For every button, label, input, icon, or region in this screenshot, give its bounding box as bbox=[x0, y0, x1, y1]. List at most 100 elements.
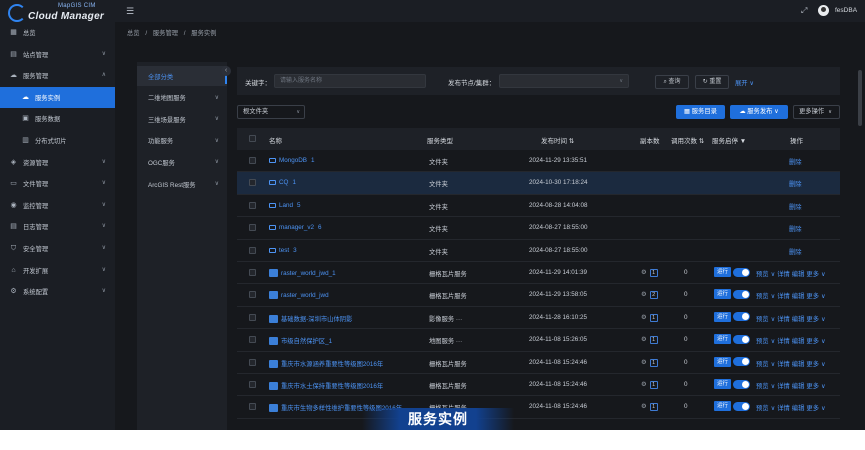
copies-count[interactable]: 1 bbox=[649, 381, 658, 389]
node-select[interactable]: ∨ bbox=[499, 74, 629, 88]
folder-name-link[interactable]: CQ 1 bbox=[269, 179, 296, 186]
sidebar-item[interactable]: ◈ 资源管理 ∨ bbox=[0, 152, 115, 173]
sidebar-item[interactable]: ▤ 日志管理 ∨ bbox=[0, 216, 115, 237]
row-checkbox[interactable] bbox=[249, 269, 256, 276]
settings-icon[interactable]: ⚙ bbox=[641, 269, 647, 276]
delete-link[interactable]: 删除 bbox=[789, 202, 802, 211]
table-row[interactable]: 基础数据-深圳市山体阴影 影像服务 ··· 2024-11-28 16:10:25 ⚙… bbox=[237, 307, 840, 330]
status-toggle[interactable] bbox=[733, 312, 751, 322]
more-link[interactable]: 更多 ∨ bbox=[806, 383, 825, 390]
copies-count[interactable]: 1 bbox=[649, 358, 658, 367]
category-item[interactable]: 三维场景服务 ∨ bbox=[137, 109, 227, 129]
more-link[interactable]: 更多 ∨ bbox=[806, 361, 825, 368]
service-name-link[interactable]: raster_world_jwd bbox=[269, 291, 329, 300]
settings-icon[interactable]: ⚙ bbox=[641, 314, 647, 321]
preview-link[interactable]: 预览 ∨ bbox=[756, 361, 775, 368]
table-row[interactable]: 重庆市生物多样性维护重要性等级图2016年栅格瓦片服务2024-11-08 15… bbox=[237, 396, 840, 419]
sidebar-item[interactable]: ▤ 站点管理 ∨ bbox=[0, 44, 115, 65]
row-checkbox[interactable] bbox=[249, 201, 256, 209]
edit-link[interactable]: 编辑 bbox=[792, 361, 805, 368]
status-toggle[interactable] bbox=[733, 267, 751, 277]
folder-name-link[interactable]: test 3 bbox=[269, 247, 297, 254]
detail-link[interactable]: 详情 bbox=[777, 405, 790, 412]
service-publish-button[interactable]: ☁ 服务发布 ∨ bbox=[730, 105, 788, 119]
status-toggle[interactable] bbox=[733, 379, 751, 389]
delete-link[interactable]: 删除 bbox=[789, 157, 802, 166]
service-name-link[interactable]: 重庆市水土保持重要性等级图2016年 bbox=[269, 381, 383, 390]
table-row[interactable]: manager_v2 6 文件夹 2024-08-27 18:55:00 删除 bbox=[237, 217, 840, 240]
detail-link[interactable]: 详情 bbox=[777, 293, 790, 300]
username[interactable]: fesDBA bbox=[835, 7, 857, 14]
fullscreen-icon[interactable]: ⤢ bbox=[801, 6, 807, 16]
row-checkbox[interactable] bbox=[249, 157, 256, 164]
preview-link[interactable]: 预览 ∨ bbox=[756, 383, 775, 390]
copies-count[interactable]: 1 bbox=[649, 403, 658, 412]
breadcrumb-item[interactable]: 总览 bbox=[127, 30, 140, 37]
status-toggle[interactable] bbox=[733, 289, 751, 299]
column-time[interactable]: 发布时间 ⇅ bbox=[541, 135, 574, 145]
sidebar-item[interactable]: ⛉ 安全管理 ∨ bbox=[0, 238, 115, 259]
more-link[interactable]: 更多 ∨ bbox=[806, 405, 825, 412]
table-row[interactable]: CQ 1 文件夹 2024-10-30 17:18:24 删除 bbox=[237, 172, 840, 195]
scrollbar[interactable] bbox=[858, 70, 862, 126]
table-row[interactable]: raster_world_jwd 栅格瓦片服务 2024-11-29 13:58:0… bbox=[237, 284, 840, 307]
preview-link[interactable]: 预览 ∨ bbox=[756, 338, 775, 345]
status-toggle[interactable] bbox=[733, 334, 751, 344]
breadcrumb-item[interactable]: 服务管理 bbox=[153, 30, 178, 37]
collapse-panel-icon[interactable]: ‹ bbox=[221, 66, 231, 76]
preview-link[interactable]: 预览 ∨ bbox=[756, 316, 775, 323]
delete-link[interactable]: 删除 bbox=[789, 247, 802, 256]
table-row[interactable]: raster_world_jwd_1 栅格瓦片服务 2024-11-29 14:01… bbox=[237, 262, 840, 285]
row-checkbox[interactable] bbox=[249, 224, 256, 232]
edit-link[interactable]: 编辑 bbox=[792, 338, 805, 345]
table-row[interactable]: test 3 文件夹 2024-08-27 18:55:00 删除 bbox=[237, 240, 840, 262]
sidebar-item[interactable]: ☁ 服务实例 bbox=[0, 86, 115, 108]
service-name-link[interactable]: raster_world_jwd_1 bbox=[269, 269, 336, 277]
edit-link[interactable]: 编辑 bbox=[792, 293, 805, 300]
row-checkbox[interactable] bbox=[249, 291, 256, 299]
service-name-link[interactable]: 基础数据-深圳市山体阴影 bbox=[269, 314, 352, 323]
more-link[interactable]: 更多 ∨ bbox=[806, 271, 825, 278]
more-link[interactable]: 更多 ∨ bbox=[806, 338, 825, 345]
copies-count[interactable]: 2 bbox=[649, 291, 658, 300]
sidebar-item[interactable]: ▥ 分布式切片 bbox=[0, 130, 115, 151]
filter-icon[interactable]: ▼ bbox=[738, 138, 746, 145]
service-name-link[interactable]: 重庆市水源涵养重要性等级图2016年 bbox=[269, 359, 383, 368]
copies-count[interactable]: 1 bbox=[649, 269, 658, 277]
row-checkbox[interactable] bbox=[249, 336, 256, 344]
settings-icon[interactable]: ⚙ bbox=[641, 336, 647, 343]
sidebar-item[interactable]: ▭ 文件管理 ∨ bbox=[0, 173, 115, 194]
sidebar-item[interactable]: ⌂ 开发扩展 ∨ bbox=[0, 260, 115, 281]
category-item[interactable]: 二维地图服务 ∨ bbox=[137, 88, 227, 108]
preview-link[interactable]: 预览 ∨ bbox=[756, 293, 775, 300]
folder-name-link[interactable]: manager_v2 6 bbox=[269, 224, 322, 231]
table-row[interactable]: MongoDB 1 文件夹 2024-11-29 13:35:51 删除 bbox=[237, 150, 840, 173]
table-row[interactable]: 重庆市水土保持重要性等级图2016年 栅格瓦片服务 2024-11-08 15:24… bbox=[237, 374, 840, 397]
sort-icon[interactable]: ⇅ bbox=[697, 138, 704, 145]
more-link[interactable]: 更多 ∨ bbox=[806, 293, 825, 300]
detail-link[interactable]: 详情 bbox=[777, 338, 790, 345]
status-toggle[interactable] bbox=[733, 357, 751, 367]
detail-link[interactable]: 详情 bbox=[777, 316, 790, 323]
row-checkbox[interactable] bbox=[249, 313, 256, 321]
delete-link[interactable]: 删除 bbox=[789, 179, 802, 188]
row-checkbox[interactable] bbox=[249, 403, 256, 411]
settings-icon[interactable]: ⚙ bbox=[641, 403, 647, 410]
delete-link[interactable]: 删除 bbox=[789, 224, 802, 233]
sidebar-item[interactable]: ☁ 服务管理 ∧ bbox=[0, 65, 115, 86]
menu-toggle-icon[interactable]: ☰ bbox=[126, 6, 134, 17]
table-row[interactable]: Land 5 文件夹 2024-08-28 14:04:08 删除 bbox=[237, 195, 840, 218]
expand-link[interactable]: 展开 ∨ bbox=[735, 78, 754, 87]
settings-icon[interactable]: ⚙ bbox=[641, 359, 647, 366]
query-button[interactable]: ⌕ 查询 bbox=[655, 75, 689, 89]
column-calls[interactable]: 调用次数 ⇅ bbox=[671, 135, 704, 145]
preview-link[interactable]: 预览 ∨ bbox=[756, 405, 775, 412]
sidebar-item[interactable]: ◉ 监控管理 ∨ bbox=[0, 195, 115, 216]
folder-name-link[interactable]: MongoDB 1 bbox=[269, 157, 315, 164]
detail-link[interactable]: 详情 bbox=[777, 383, 790, 390]
root-folder-select[interactable]: 根文件夹 ∨ bbox=[237, 105, 305, 119]
detail-link[interactable]: 详情 bbox=[777, 271, 790, 278]
row-checkbox[interactable] bbox=[249, 179, 256, 187]
sidebar-item[interactable]: ▦ 总览 bbox=[0, 22, 115, 43]
row-checkbox[interactable] bbox=[249, 358, 256, 366]
